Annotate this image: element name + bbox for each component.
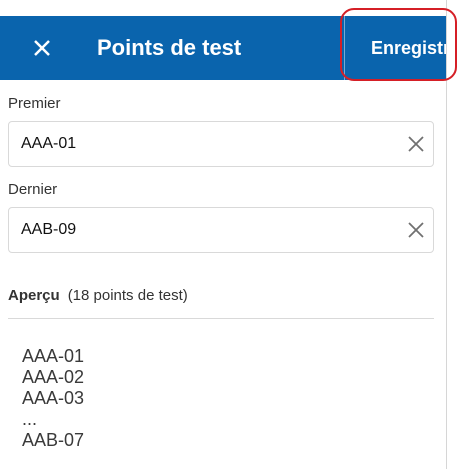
close-button[interactable] xyxy=(28,34,56,62)
preview-item: AAA-02 xyxy=(22,367,85,387)
close-icon xyxy=(34,40,50,56)
save-button[interactable]: Enregistrer xyxy=(352,16,446,80)
header-bar: Points de test Enregistrer xyxy=(0,16,446,80)
header-divider xyxy=(344,16,345,80)
first-field-value[interactable]: AAA-01 xyxy=(21,122,76,166)
preview-header: Aperçu (18 points de test) xyxy=(8,287,188,304)
last-clear-button[interactable] xyxy=(408,222,424,238)
first-field[interactable]: AAA-01 xyxy=(8,121,434,167)
page-title: Points de test xyxy=(97,35,242,60)
preview-list: AAA-01 AAA-02 AAA-03 ... AAB-07 xyxy=(22,346,84,451)
test-points-panel: Points de test Enregistrer Premier AAA-0… xyxy=(0,0,447,469)
clear-icon xyxy=(408,222,424,238)
preview-item: ... xyxy=(22,409,38,429)
last-field-label: Dernier xyxy=(8,181,58,198)
save-button-label: Enregistrer xyxy=(371,38,446,58)
last-field[interactable]: AAB-09 xyxy=(8,207,434,253)
preview-item: AAB-07 xyxy=(22,430,85,450)
preview-count: (18 points de test) xyxy=(67,287,188,304)
clear-icon xyxy=(408,136,424,152)
preview-title: Aperçu xyxy=(8,287,60,304)
last-field-value[interactable]: AAB-09 xyxy=(21,208,76,252)
separator xyxy=(8,318,434,319)
first-clear-button[interactable] xyxy=(408,136,424,152)
first-field-label: Premier xyxy=(8,95,61,112)
preview-item: AAA-03 xyxy=(22,388,85,408)
preview-item: AAA-01 xyxy=(22,346,85,366)
